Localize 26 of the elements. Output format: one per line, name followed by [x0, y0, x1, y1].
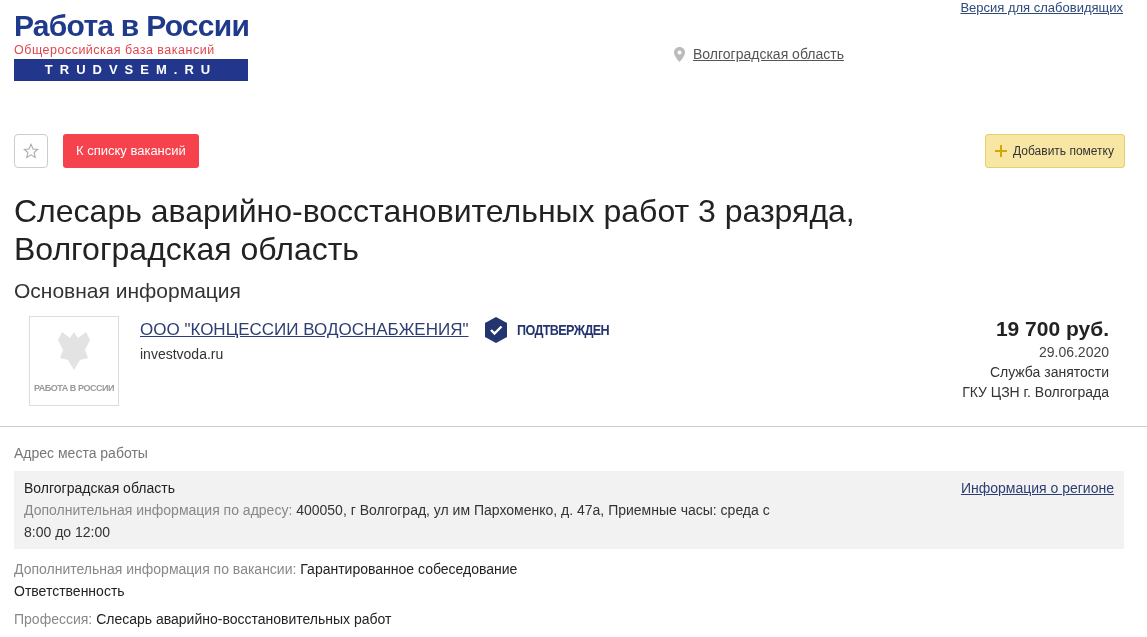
address-extra-info: Дополнительная информация по адресу: 400050, г Волгоград, ул им Пархоменко, д. 47а, Приемные часы: среда с 8:00 до 12:00 — [24, 501, 771, 542]
detail-text: Дополнительная информация по вакансии: Гарантированное собеседование Ответственность — [13, 560, 519, 601]
logo-subtitle: Общероссийская база вакансий — [14, 44, 216, 57]
region-link[interactable]: Волгоградская область — [693, 44, 844, 65]
location-pin-icon — [674, 47, 685, 62]
add-note-button[interactable]: Добавить пометку — [985, 134, 1125, 168]
logo-caption: РАБОТА В РОССИИ — [33, 381, 115, 395]
logo-title: Работа в России — [14, 8, 250, 44]
back-to-list-button[interactable]: К списку вакансий — [63, 134, 199, 168]
plus-icon — [995, 145, 1008, 157]
company-link[interactable]: ООО "КОНЦЕССИИ ВОДОСНАБЖЕНИЯ" — [140, 317, 469, 343]
verified-label: ПОДТВЕРЖДЕН — [516, 320, 609, 340]
vacancy-title: Слесарь аварийно-восстановительных работ 3 разряда, Волгоградская область — [13, 192, 856, 268]
source-text: ГКУ ЦЗН г. Волгограда — [962, 383, 1109, 402]
address-region: Волгоградская область — [24, 479, 176, 498]
posting-date: 29.06.2020 — [1038, 343, 1109, 362]
logo-domain: TRUDVSEM.RU — [14, 59, 248, 81]
section-heading: Основная информация — [13, 278, 242, 304]
source-text: Служба занятости — [989, 363, 1109, 382]
region-info-link[interactable]: Информация о регионе — [960, 477, 1114, 543]
address-heading: Адрес места работы — [13, 444, 149, 463]
favorite-button[interactable] — [14, 134, 48, 168]
salary: 19 700 руб. — [995, 316, 1109, 342]
detail-text: Профессия: Слесарь аварийно-восстановительных работ — [13, 610, 393, 629]
accessibility-link[interactable]: Версия для слабовидящих — [960, 0, 1123, 18]
company-website: investvoda.ru — [140, 345, 225, 364]
